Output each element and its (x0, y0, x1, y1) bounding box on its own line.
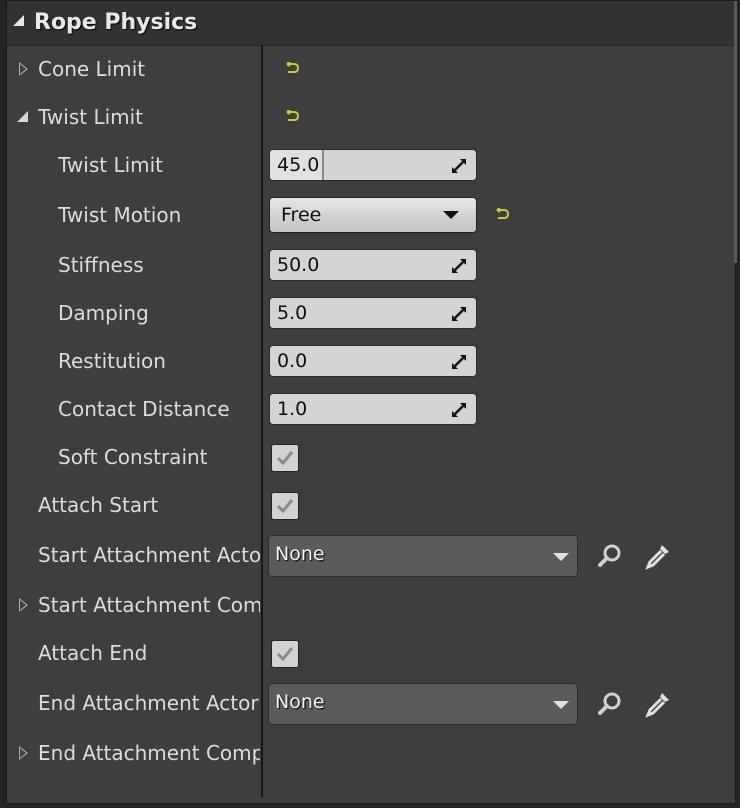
end-attachment-component-label: End Attachment Component (38, 741, 260, 765)
restitution-input[interactable]: 0.0 (269, 345, 477, 377)
damping-input[interactable]: 5.0 (269, 297, 477, 329)
chevron-down-icon (553, 701, 569, 709)
magnifier-icon[interactable] (595, 689, 625, 719)
stiffness-value: 50.0 (277, 254, 320, 276)
attach-end-checkbox[interactable] (271, 640, 299, 668)
checkmark-icon (276, 647, 294, 662)
end-attachment-actor-value: None (275, 691, 325, 713)
contact-distance-label: Contact Distance (58, 397, 230, 421)
twist-motion-combo[interactable]: Free (269, 197, 477, 233)
collapse-arrow-icon[interactable] (17, 111, 28, 122)
chevron-down-icon (443, 211, 459, 219)
stiffness-input[interactable]: 50.0 (269, 249, 477, 281)
column-divider[interactable] (261, 45, 263, 797)
attach-start-checkbox[interactable] (271, 492, 299, 520)
details-panel: Rope Physics Cone Limit Twist Limit Twis… (6, 0, 737, 804)
section-title: Rope Physics (34, 10, 198, 35)
scrollbar-edge (734, 1, 737, 263)
soft-constraint-checkbox[interactable] (271, 444, 299, 472)
damping-value: 5.0 (277, 302, 308, 324)
start-attachment-component-label: Start Attachment Component (38, 593, 260, 617)
attach-start-label: Attach Start (38, 493, 159, 517)
start-attachment-actor-label: Start Attachment Actor (38, 543, 260, 567)
section-header[interactable]: Rope Physics (7, 1, 735, 46)
contact-distance-input[interactable]: 1.0 (269, 393, 477, 425)
start-attachment-actor-dropdown[interactable]: None (268, 535, 578, 577)
twist-limit-group-label: Twist Limit (38, 105, 144, 129)
twist-limit-value: 45.0 (277, 154, 320, 176)
twist-motion-value: Free (281, 204, 322, 226)
collapse-arrow-icon[interactable] (13, 15, 24, 26)
checkmark-icon (276, 499, 294, 514)
twist-limit-label: Twist Limit (58, 153, 164, 177)
end-attachment-actor-label: End Attachment Actor (38, 691, 259, 715)
checkmark-icon (276, 451, 294, 466)
twist-limit-input[interactable]: 45.0 (269, 149, 477, 181)
drag-arrows-icon[interactable] (451, 354, 467, 370)
magnifier-icon[interactable] (595, 541, 625, 571)
eyedropper-icon[interactable] (643, 541, 673, 571)
drag-arrows-icon[interactable] (451, 158, 467, 174)
drag-arrows-icon[interactable] (451, 306, 467, 322)
damping-label: Damping (58, 301, 149, 325)
drag-arrows-icon[interactable] (451, 402, 467, 418)
restitution-value: 0.0 (277, 350, 308, 372)
chevron-down-icon (553, 553, 569, 561)
reset-to-default-icon[interactable] (285, 110, 301, 124)
expand-arrow-icon[interactable] (19, 62, 28, 76)
eyedropper-icon[interactable] (643, 689, 673, 719)
expand-arrow-icon[interactable] (19, 598, 28, 612)
drag-arrows-icon[interactable] (451, 258, 467, 274)
attach-end-label: Attach End (38, 641, 148, 665)
restitution-label: Restitution (58, 349, 166, 373)
reset-to-default-icon[interactable] (285, 62, 301, 76)
soft-constraint-label: Soft Constraint (58, 445, 208, 469)
reset-to-default-icon[interactable] (495, 208, 511, 222)
twist-motion-label: Twist Motion (58, 203, 182, 227)
expand-arrow-icon[interactable] (19, 746, 28, 760)
end-attachment-actor-dropdown[interactable]: None (268, 683, 578, 725)
contact-distance-value: 1.0 (277, 398, 308, 420)
cone-limit-label: Cone Limit (38, 57, 146, 81)
start-attachment-actor-value: None (275, 543, 325, 565)
stiffness-label: Stiffness (58, 253, 144, 277)
